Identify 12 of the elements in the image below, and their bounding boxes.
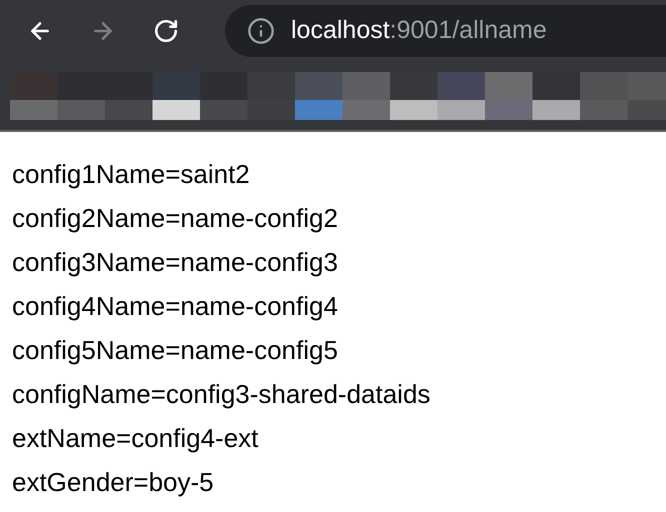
info-icon [247, 17, 275, 45]
url-text: localhost:9001/allname [291, 15, 547, 46]
reload-button[interactable] [152, 17, 180, 45]
text-line: extGender=boy-5 [12, 466, 214, 499]
text-line: config1Name=saint2 [12, 158, 250, 191]
text-line: config5Name=name-config5 [12, 334, 338, 367]
text-line: configName=config3-shared-dataids [12, 378, 430, 411]
text-line: extName=config4-ext [12, 422, 258, 455]
text-line: config3Name=name-config3 [12, 246, 338, 279]
text-line: config2Name=name-config2 [12, 202, 338, 235]
text-line: config4Name=name-config4 [12, 290, 338, 323]
address-bar[interactable]: localhost:9001/allname [225, 5, 666, 57]
